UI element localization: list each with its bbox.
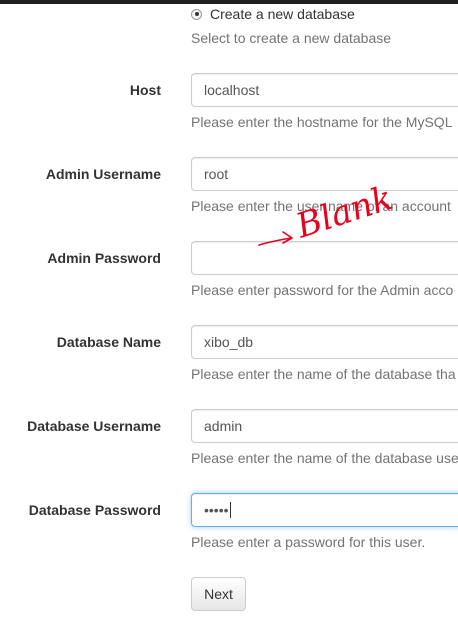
database-password-help: Please enter a password for this user.: [191, 534, 426, 550]
database-username-label: Database Username: [27, 418, 161, 434]
database-name-input[interactable]: xibo_db: [191, 325, 458, 359]
database-username-help: Please enter the name of the database us…: [191, 450, 458, 466]
database-password-value: •••••: [204, 502, 229, 518]
next-button[interactable]: Next: [191, 577, 246, 611]
admin-username-label: Admin Username: [45, 166, 161, 182]
host-input[interactable]: localhost: [191, 73, 458, 107]
annotation-text: Blank: [290, 180, 397, 247]
admin-password-label: Admin Password: [47, 250, 161, 266]
annotation-arrow-head: [282, 231, 293, 244]
text-caret: [229, 502, 231, 518]
create-database-label: Create a new database: [210, 6, 355, 22]
database-name-help: Please enter the name of the database th…: [191, 366, 456, 382]
database-username-input[interactable]: admin: [191, 409, 458, 443]
database-password-input[interactable]: •••••: [191, 493, 458, 527]
database-password-label: Database Password: [28, 502, 161, 518]
create-database-help: Select to create a new database: [191, 30, 392, 46]
admin-password-help: Please enter password for the Admin acco: [191, 282, 454, 298]
create-database-radio[interactable]: [191, 8, 202, 20]
database-name-label: Database Name: [56, 334, 161, 350]
handwritten-annotation: Blank: [258, 180, 398, 247]
window-top-strip: [0, 0, 458, 4]
host-label: Host: [129, 82, 161, 98]
host-help: Please enter the hostname for the MySQL: [191, 114, 453, 130]
create-database-option[interactable]: Create a new database: [191, 5, 355, 23]
